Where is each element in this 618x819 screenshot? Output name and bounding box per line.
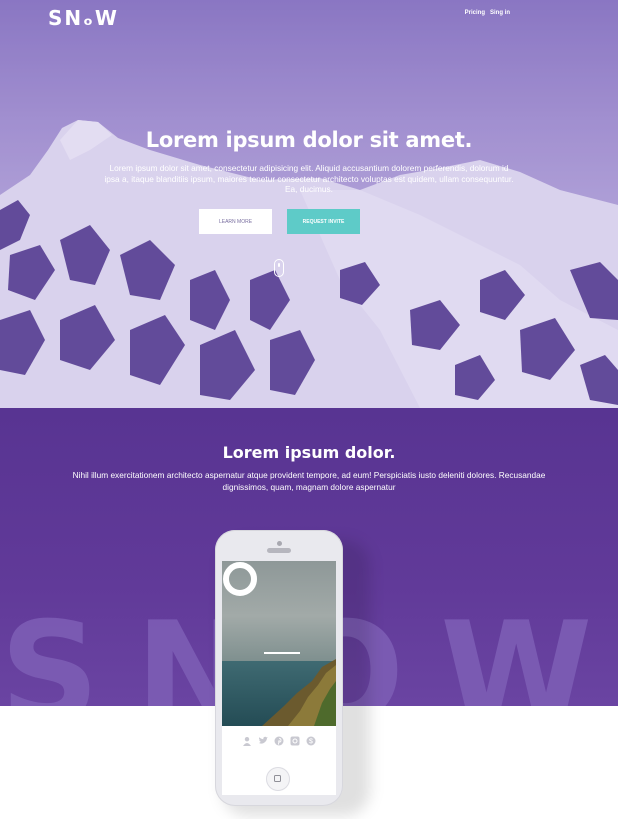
feature-text: Nihil illum exercitationem architecto as… — [72, 470, 546, 492]
nav-pricing-link[interactable]: Pricing — [465, 10, 485, 16]
mountain-background-image — [0, 0, 618, 408]
phone-camera — [277, 541, 282, 546]
instagram-icon[interactable] — [290, 733, 300, 746]
user-icon[interactable] — [242, 733, 252, 746]
hero-section: SNₒW Pricing Sing in Lorem ipsum dolor s… — [0, 0, 618, 408]
phone-screen — [222, 561, 336, 795]
social-icons-row — [222, 733, 336, 746]
top-nav: Pricing Sing in — [465, 10, 510, 16]
skype-icon[interactable] — [306, 733, 316, 746]
phone-mockup — [215, 530, 343, 806]
request-invite-button[interactable]: REQUEST INVITE — [287, 209, 360, 234]
nav-signin-link[interactable]: Sing in — [490, 10, 510, 16]
logo-underline — [264, 652, 300, 654]
phone-screen-photo — [222, 561, 336, 726]
learn-more-button[interactable]: LEARN MORE — [199, 209, 272, 234]
hero-title: Lorem ipsum dolor sit amet. — [145, 128, 473, 152]
twitter-icon[interactable] — [258, 733, 268, 744]
phone-home-button[interactable] — [266, 767, 290, 791]
hero-subtitle: Lorem ipsum dolor sit amet, consectetur … — [104, 163, 514, 194]
scroll-down-icon[interactable] — [274, 259, 284, 277]
app-logo-icon — [223, 562, 257, 596]
phone-speaker — [267, 548, 291, 553]
feature-title: Lorem ipsum dolor. — [222, 443, 396, 462]
pinterest-icon[interactable] — [274, 733, 284, 746]
logo[interactable]: SNₒW — [48, 6, 119, 30]
